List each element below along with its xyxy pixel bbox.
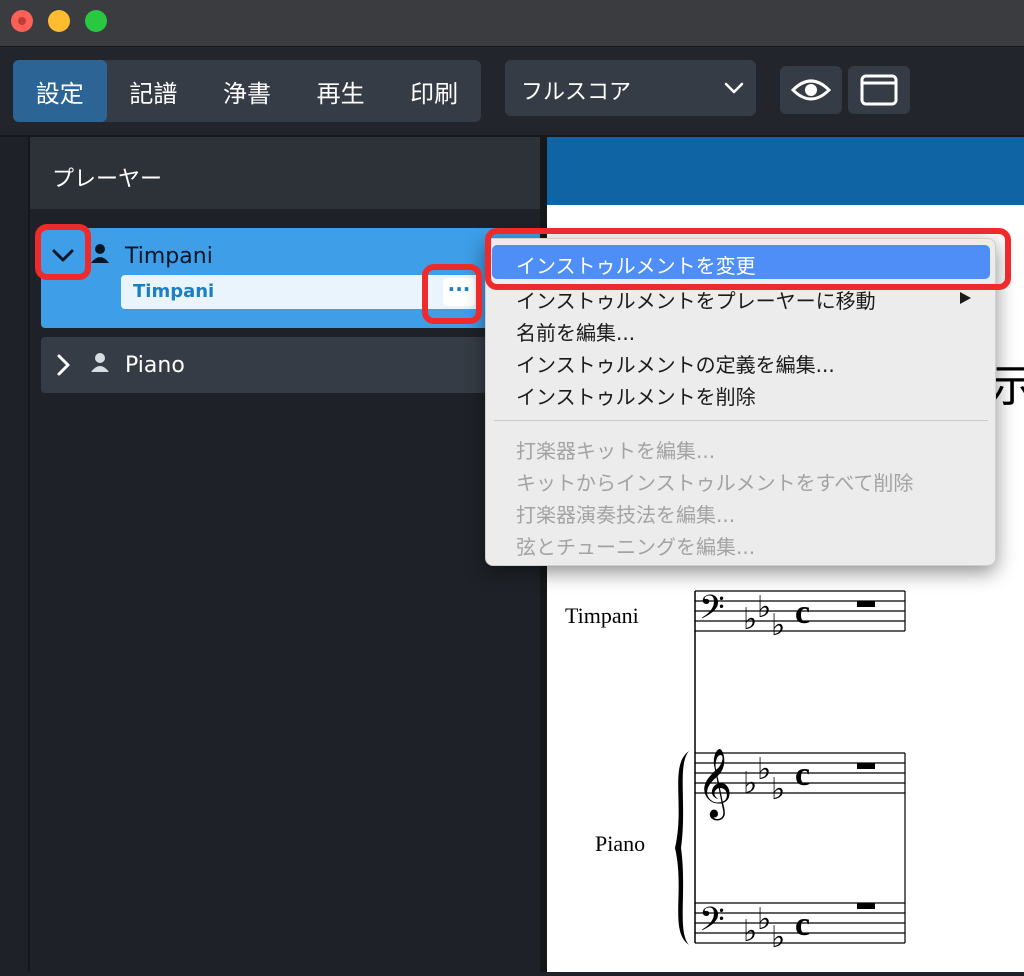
mode-tabs: 設定 記譜 浄書 再生 印刷 (13, 60, 481, 122)
brace-icon (675, 751, 689, 945)
players-panel: プレーヤー Timpani Timpani ··· Piano (30, 137, 541, 972)
instrument-name: Timpani (133, 281, 215, 302)
eye-icon (790, 79, 832, 101)
annotation-highlight-more (422, 264, 482, 324)
menu-item-edit-percussion-kit: 打楽器キットを編集... (516, 439, 716, 463)
players-panel-title: プレーヤー (52, 167, 163, 192)
flat-icon: ♭ (771, 921, 785, 954)
title-bar (0, 0, 1024, 47)
left-edge-strip (0, 137, 30, 972)
rest-icon (857, 601, 875, 607)
minimize-window-button[interactable] (48, 10, 70, 32)
annotation-highlight-expand (35, 224, 91, 280)
toolbar: 設定 記譜 浄書 再生 印刷 フルスコア (0, 47, 1024, 137)
flat-icon: ♭ (757, 591, 771, 624)
close-window-button[interactable] (11, 10, 33, 32)
tab-play[interactable]: 再生 (294, 60, 388, 122)
layout-select-value: フルスコア (521, 80, 632, 105)
staff-label-timpani: Timpani (565, 603, 639, 628)
window-icon (860, 74, 898, 106)
menu-item-remove-all-from-kit: キットからインストゥルメントをすべて削除 (516, 471, 914, 495)
window-layout-button[interactable] (848, 66, 910, 114)
flat-icon: ♭ (757, 753, 771, 786)
layout-select[interactable]: フルスコア (505, 60, 756, 116)
tab-engrave[interactable]: 浄書 (200, 60, 294, 122)
bass-clef-icon: 𝄢 (699, 589, 725, 634)
time-signature: c (795, 756, 810, 793)
menu-item-edit-strings-tuning: 弦とチューニングを編集... (516, 535, 756, 559)
score-header-band (547, 137, 1024, 205)
flat-icon: ♭ (757, 903, 771, 936)
menu-item-delete-instrument[interactable]: インストゥルメントを削除 (516, 381, 756, 410)
submenu-arrow-icon (960, 292, 971, 304)
tab-setup[interactable]: 設定 (13, 60, 107, 122)
flat-icon: ♭ (743, 915, 757, 948)
flat-icon: ♭ (771, 609, 785, 642)
menu-item-edit-playing-techniques: 打楽器演奏技法を編集... (516, 503, 736, 527)
menu-item-edit-name[interactable]: 名前を編集... (516, 317, 635, 346)
person-icon (91, 353, 109, 372)
zoom-window-button[interactable] (85, 10, 107, 32)
staff-label-piano: Piano (595, 831, 645, 856)
bass-clef-icon: 𝄢 (699, 901, 725, 946)
time-signature: c (795, 906, 810, 943)
flat-icon: ♭ (743, 767, 757, 800)
players-panel-header: プレーヤー (30, 137, 540, 209)
treble-clef-icon: 𝄞 (697, 749, 732, 820)
person-icon (91, 244, 109, 263)
menu-separator (494, 420, 988, 421)
chevron-right-icon[interactable] (49, 351, 77, 379)
player-card-piano[interactable]: Piano (41, 337, 541, 393)
tab-print[interactable]: 印刷 (387, 60, 481, 122)
menu-item-edit-definition[interactable]: インストゥルメントの定義を編集... (516, 349, 835, 378)
view-options-button[interactable] (780, 66, 842, 114)
flat-icon: ♭ (743, 603, 757, 636)
rest-icon (857, 903, 875, 909)
flat-icon: ♭ (771, 773, 785, 806)
tab-write[interactable]: 記譜 (107, 60, 201, 122)
annotation-highlight-menu-item (485, 228, 1011, 290)
chevron-down-icon (724, 82, 744, 94)
time-signature: c (795, 594, 810, 631)
rest-icon (857, 763, 875, 769)
player-name: Timpani (125, 244, 213, 269)
player-name: Piano (125, 353, 185, 378)
